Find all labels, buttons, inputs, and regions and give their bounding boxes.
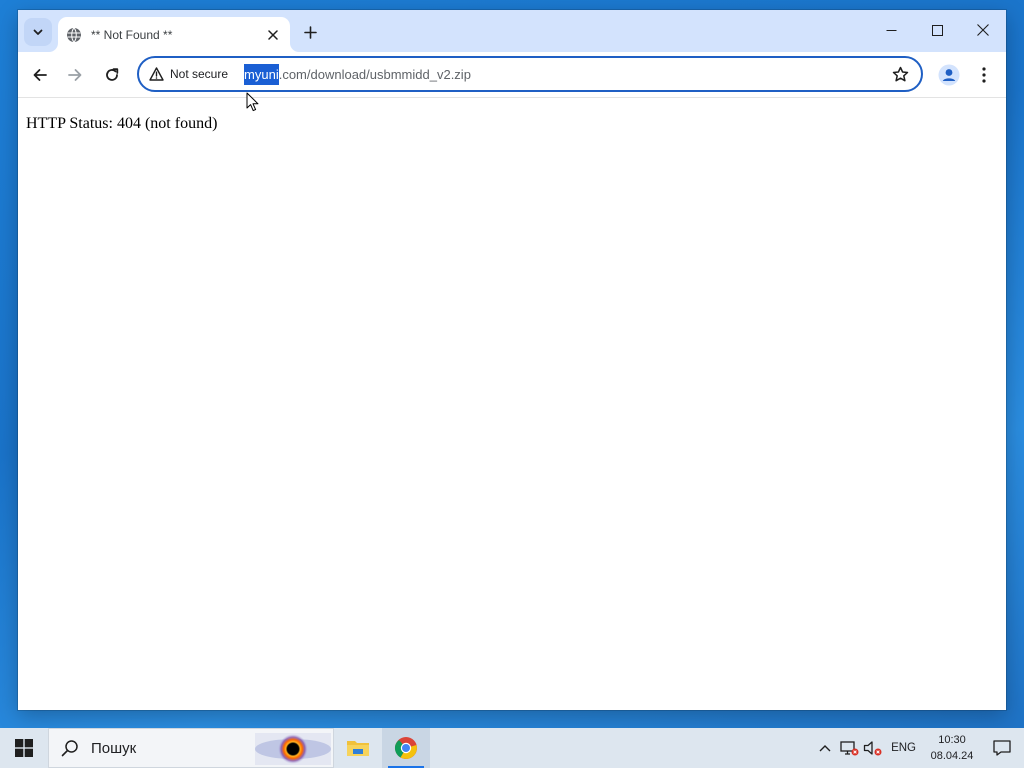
start-button[interactable] bbox=[0, 728, 48, 768]
chevron-up-icon bbox=[819, 745, 831, 752]
close-window-button[interactable] bbox=[960, 10, 1006, 50]
file-explorer-icon bbox=[347, 741, 369, 756]
window-controls bbox=[868, 10, 1006, 50]
clock-date: 08.04.24 bbox=[930, 750, 974, 762]
mouse-cursor-icon bbox=[246, 92, 259, 112]
security-indicator[interactable]: Not secure bbox=[144, 61, 238, 87]
windows-logo-icon bbox=[15, 739, 33, 757]
taskbar-chrome[interactable] bbox=[382, 728, 430, 768]
clock[interactable]: 10:30 08.04.24 bbox=[924, 728, 980, 768]
url-text[interactable]: myuni.com/download/usbmmidd_v2.zip bbox=[244, 63, 885, 85]
browser-menu-button[interactable] bbox=[970, 61, 998, 89]
tab-strip: ** Not Found ** bbox=[18, 10, 1006, 52]
arrow-right-icon bbox=[68, 69, 82, 81]
profile-button[interactable] bbox=[935, 61, 963, 89]
chevron-down-icon bbox=[33, 29, 43, 35]
tab-search-button[interactable] bbox=[24, 18, 52, 46]
tab-title: ** Not Found ** bbox=[91, 27, 173, 42]
url-path-text: .com/download/usbmmidd_v2.zip bbox=[278, 66, 471, 82]
taskbar-search-box[interactable]: Пошук bbox=[48, 728, 334, 768]
taskbar: Пошук ENG 10:30 08.04.24 bbox=[0, 728, 1024, 768]
star-icon bbox=[892, 66, 908, 81]
page-content: HTTP Status: 404 (not found) bbox=[18, 98, 1006, 710]
tray-overflow-button[interactable] bbox=[813, 728, 837, 768]
arrow-left-icon bbox=[33, 69, 47, 81]
search-highlight-image bbox=[255, 733, 331, 765]
profile-icon bbox=[938, 64, 960, 86]
globe-icon bbox=[66, 27, 82, 43]
new-tab-button[interactable] bbox=[298, 20, 322, 44]
kebab-menu-icon bbox=[982, 67, 986, 83]
browser-window: ** Not Found ** Not secure myuni.com/dow… bbox=[18, 10, 1006, 710]
url-selected-text: myuni bbox=[244, 63, 279, 85]
input-language[interactable]: ENG bbox=[891, 742, 916, 754]
bookmark-button[interactable] bbox=[885, 59, 915, 89]
security-label: Not secure bbox=[170, 67, 229, 81]
browser-toolbar: Not secure myuni.com/download/usbmmidd_v… bbox=[18, 52, 1006, 98]
clock-time: 10:30 bbox=[938, 734, 966, 746]
search-icon bbox=[61, 740, 78, 757]
chrome-icon bbox=[394, 737, 417, 759]
plus-icon bbox=[303, 25, 317, 39]
notification-center-button[interactable] bbox=[980, 728, 1024, 768]
reload-icon bbox=[106, 68, 119, 81]
tab-close-button[interactable] bbox=[264, 26, 282, 44]
address-bar[interactable]: Not secure myuni.com/download/usbmmidd_v… bbox=[137, 56, 923, 92]
notification-icon bbox=[993, 740, 1011, 756]
maximize-icon bbox=[931, 24, 943, 36]
network-disconnected-icon bbox=[840, 741, 859, 756]
close-icon bbox=[977, 24, 989, 36]
network-button[interactable] bbox=[837, 728, 861, 768]
maximize-button[interactable] bbox=[914, 10, 960, 50]
volume-button[interactable] bbox=[861, 728, 885, 768]
http-status-message: HTTP Status: 404 (not found) bbox=[26, 115, 218, 132]
taskbar-file-explorer[interactable] bbox=[334, 728, 382, 768]
volume-muted-icon bbox=[863, 741, 882, 756]
reload-button[interactable] bbox=[97, 60, 127, 90]
minimize-button[interactable] bbox=[868, 10, 914, 50]
search-placeholder: Пошук bbox=[91, 739, 137, 757]
minimize-icon bbox=[886, 29, 896, 31]
tab-active[interactable]: ** Not Found ** bbox=[58, 17, 290, 52]
close-icon bbox=[268, 29, 278, 40]
back-button[interactable] bbox=[25, 60, 55, 90]
system-tray: ENG 10:30 08.04.24 bbox=[813, 728, 1024, 768]
forward-button[interactable] bbox=[60, 60, 90, 90]
warning-triangle-icon bbox=[149, 67, 164, 81]
